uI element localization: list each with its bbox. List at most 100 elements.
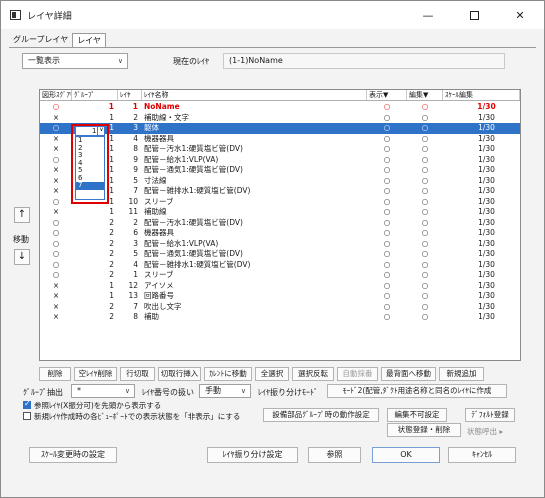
- header-layer[interactable]: ﾚｲﾔ: [118, 90, 142, 100]
- layer-table[interactable]: 図形ｽｸﾞｱﾘ ｸﾞﾙｰﾌﾟ ﾚｲﾔ ﾚｲﾔ名称 表示▼ 編集▼ ｽｹｰﾙ編集 …: [39, 89, 521, 361]
- cell-show[interactable]: ○: [367, 144, 407, 155]
- move-to-back-button[interactable]: 最背面へ移動: [381, 367, 436, 381]
- cell-scale[interactable]: 1/30: [443, 218, 520, 229]
- reference-layer-first-checkbox[interactable]: [23, 399, 31, 409]
- cell-edit[interactable]: ○: [407, 249, 443, 260]
- cell-scale[interactable]: 1/30: [443, 186, 520, 197]
- cell-group[interactable]: 2: [72, 239, 118, 250]
- cell-scale[interactable]: 1/30: [443, 176, 520, 187]
- table-row[interactable]: × 1 5 寸法線 ○ ○ 1/30: [40, 176, 520, 187]
- cell-scale[interactable]: 1/30: [443, 207, 520, 218]
- tab-group-layer[interactable]: グループレイヤ: [9, 33, 72, 47]
- reference-button[interactable]: 参照: [308, 447, 361, 463]
- cell-edit[interactable]: ○: [407, 291, 443, 302]
- cell-edit[interactable]: ○: [407, 113, 443, 124]
- cell-edit[interactable]: ○: [407, 102, 443, 113]
- cell-show[interactable]: ○: [367, 207, 407, 218]
- move-up-button[interactable]: ↑: [14, 207, 30, 223]
- cell-show[interactable]: ○: [367, 302, 407, 313]
- cell-group[interactable]: 1: [72, 207, 118, 218]
- table-row[interactable]: ○ 2 3 配管－給水1:VLP(VA) ○ ○ 1/30: [40, 239, 520, 250]
- auto-number-button[interactable]: 自動採番: [337, 367, 378, 381]
- cell-show[interactable]: ○: [367, 176, 407, 187]
- cell-show[interactable]: ○: [367, 102, 407, 113]
- cell-show[interactable]: ○: [367, 186, 407, 197]
- header-display[interactable]: 表示▼: [367, 90, 407, 100]
- cell-edit[interactable]: ○: [407, 239, 443, 250]
- cancel-button[interactable]: ｷｬﾝｾﾙ: [448, 447, 516, 463]
- default-register-button[interactable]: ﾃﾞﾌｫﾙﾄ登録: [465, 408, 515, 422]
- cell-scale[interactable]: 1/30: [443, 102, 520, 113]
- parts-group-settings-button[interactable]: 設備部品ｸﾞﾙｰﾌﾟ時の動作設定: [263, 408, 379, 422]
- cell-scale[interactable]: 1/30: [443, 144, 520, 155]
- cell-scale[interactable]: 1/30: [443, 155, 520, 166]
- group-extract-select[interactable]: * ∨: [71, 384, 135, 398]
- cell-show[interactable]: ○: [367, 113, 407, 124]
- scale-change-settings-button[interactable]: ｽｹｰﾙ変更時の設定: [29, 447, 117, 463]
- cell-show[interactable]: ○: [367, 165, 407, 176]
- cell-edit[interactable]: ○: [407, 123, 443, 134]
- table-row[interactable]: ○ 1 3 躯体 ○ ○ 1/30: [40, 123, 520, 134]
- table-row[interactable]: × 1 11 補助線 ○ ○ 1/30: [40, 207, 520, 218]
- cell-edit[interactable]: ○: [407, 281, 443, 292]
- header-edit[interactable]: 編集▼: [407, 90, 443, 100]
- table-row[interactable]: × 1 12 アイソメ ○ ○ 1/30: [40, 281, 520, 292]
- cell-scale[interactable]: 1/30: [443, 302, 520, 313]
- split-mode-button[interactable]: ﾓｰﾄﾞ2(配管,ﾀﾞｸﾄ用途名称と同名のﾚｲﾔに作成: [327, 384, 507, 398]
- cell-group[interactable]: 1: [72, 102, 118, 113]
- table-row[interactable]: × 1 7 配管－雑排水1:硬質塩ビ管(DV) ○ ○ 1/30: [40, 186, 520, 197]
- cell-edit[interactable]: ○: [407, 302, 443, 313]
- cell-show[interactable]: ○: [367, 228, 407, 239]
- header-group[interactable]: ｸﾞﾙｰﾌﾟ: [72, 90, 118, 100]
- cell-edit[interactable]: ○: [407, 270, 443, 281]
- cell-show[interactable]: ○: [367, 260, 407, 271]
- cell-show[interactable]: ○: [367, 270, 407, 281]
- cell-group[interactable]: 2: [72, 228, 118, 239]
- table-row[interactable]: ○ 2 1 スリーブ ○ ○ 1/30: [40, 270, 520, 281]
- cell-edit[interactable]: ○: [407, 197, 443, 208]
- table-row[interactable]: ○ 1 10 スリーブ ○ ○ 1/30: [40, 197, 520, 208]
- edit-disable-button[interactable]: 編集不可設定: [387, 408, 447, 422]
- cell-edit[interactable]: ○: [407, 228, 443, 239]
- cell-group[interactable]: 1: [72, 291, 118, 302]
- table-row[interactable]: × 1 9 配管－通気1:硬質塩ビ管(DV) ○ ○ 1/30: [40, 165, 520, 176]
- cell-group[interactable]: 2: [72, 270, 118, 281]
- cell-scale[interactable]: 1/30: [443, 312, 520, 323]
- group-dropdown-list[interactable]: 1234567: [75, 136, 105, 200]
- select-all-button[interactable]: 全選択: [255, 367, 289, 381]
- view-mode-select[interactable]: 一覧表示 ∨: [22, 53, 128, 69]
- delete-button[interactable]: 削除: [39, 367, 71, 381]
- cell-show[interactable]: ○: [367, 281, 407, 292]
- cell-group[interactable]: 2: [72, 260, 118, 271]
- cell-edit[interactable]: ○: [407, 134, 443, 145]
- cell-edit[interactable]: ○: [407, 207, 443, 218]
- cell-group[interactable]: 2: [72, 218, 118, 229]
- cell-edit[interactable]: ○: [407, 312, 443, 323]
- table-row[interactable]: × 2 8 補助 ○ ○ 1/30: [40, 312, 520, 323]
- table-row[interactable]: × 1 2 補助線・文字 ○ ○ 1/30: [40, 113, 520, 124]
- cell-show[interactable]: ○: [367, 134, 407, 145]
- cell-edit[interactable]: ○: [407, 165, 443, 176]
- move-to-current-button[interactable]: ｶﾚﾝﾄに移動: [204, 367, 252, 381]
- cell-scale[interactable]: 1/30: [443, 134, 520, 145]
- cell-show[interactable]: ○: [367, 197, 407, 208]
- cell-show[interactable]: ○: [367, 249, 407, 260]
- cell-show[interactable]: ○: [367, 218, 407, 229]
- group-select[interactable]: 1 ∨: [75, 126, 105, 136]
- table-row[interactable]: ○ 2 2 配管－汚水1:硬質塩ビ管(DV) ○ ○ 1/30: [40, 218, 520, 229]
- cell-scale[interactable]: 1/30: [443, 270, 520, 281]
- cell-show[interactable]: ○: [367, 239, 407, 250]
- cell-show[interactable]: ○: [367, 291, 407, 302]
- close-button[interactable]: ✕: [500, 5, 540, 25]
- cut-insert-row-button[interactable]: 切取行挿入: [158, 367, 201, 381]
- header-figure-search[interactable]: 図形ｽｸﾞｱﾘ: [40, 90, 72, 100]
- table-row[interactable]: ○ 1 9 配管－給水1:VLP(VA) ○ ○ 1/30: [40, 155, 520, 166]
- cell-group[interactable]: 2: [72, 249, 118, 260]
- maximize-button[interactable]: [454, 5, 494, 25]
- table-row[interactable]: × 2 7 吹出し文字 ○ ○ 1/30: [40, 302, 520, 313]
- cell-edit[interactable]: ○: [407, 176, 443, 187]
- move-down-button[interactable]: ↓: [14, 249, 30, 265]
- table-row[interactable]: × 1 8 配管－汚水1:硬質塩ビ管(DV) ○ ○ 1/30: [40, 144, 520, 155]
- table-row[interactable]: × 1 4 機器器具 ○ ○ 1/30: [40, 134, 520, 145]
- invert-selection-button[interactable]: 選択反転: [292, 367, 334, 381]
